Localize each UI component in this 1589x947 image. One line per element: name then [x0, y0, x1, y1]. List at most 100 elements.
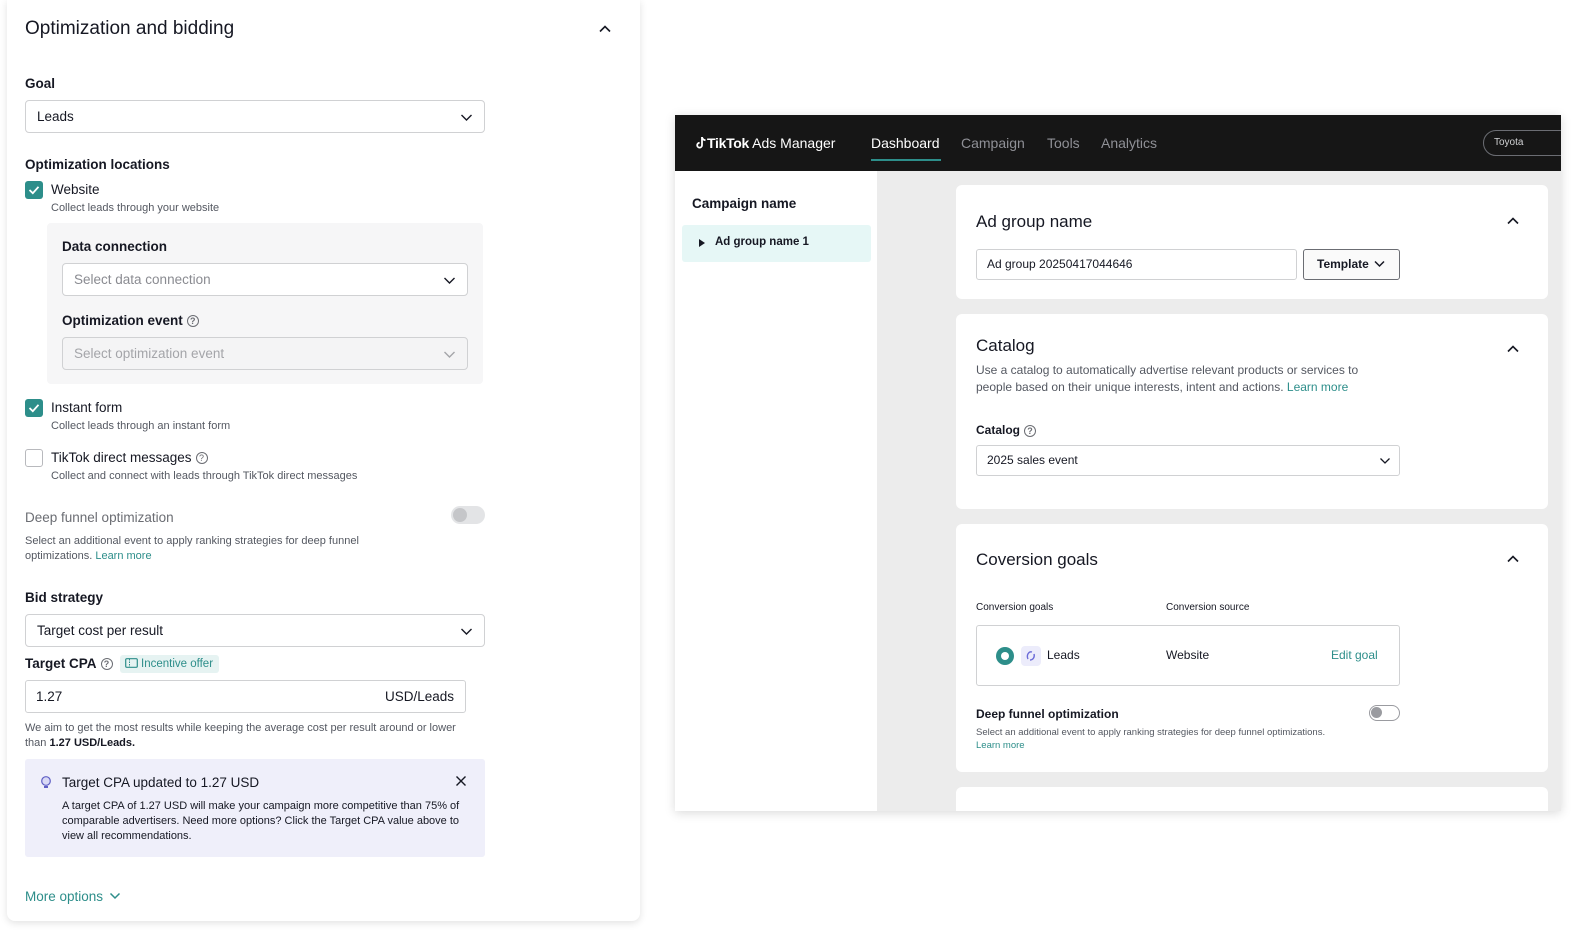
target-cpa-value: 1.27 — [36, 689, 63, 704]
deep-funnel-title: Deep funnel optimization — [976, 707, 1119, 721]
conversion-goals-card: Coversion goals Conversion goals Convers… — [956, 524, 1548, 772]
chevron-down-icon — [444, 351, 455, 358]
goal-select[interactable]: Leads — [25, 100, 485, 133]
edit-goal-link[interactable]: Edit goal — [1331, 648, 1378, 662]
target-cpa-label-text: Target CPA — [25, 656, 97, 671]
chevron-down-icon — [1380, 458, 1390, 464]
card-title: Coversion goals — [976, 550, 1098, 569]
tab-tools[interactable]: Tools — [1047, 135, 1080, 151]
ad-group-card: Ad group name Ad group 20250417044646 Te… — [956, 185, 1548, 299]
notice-body: A target CPA of 1.27 USD will make your … — [62, 800, 460, 842]
bid-strategy-select[interactable]: Target cost per result — [25, 614, 485, 647]
goal-name: Leads — [1047, 648, 1080, 662]
deep-funnel-toggle[interactable] — [451, 506, 485, 524]
chevron-up-icon[interactable] — [1506, 342, 1520, 356]
cpa-note-value: 1.27 USD/Leads. — [49, 737, 136, 749]
active-tab-indicator — [871, 159, 941, 161]
tab-dashboard[interactable]: Dashboard — [871, 135, 940, 151]
template-button-label: Template — [1317, 257, 1369, 271]
chevron-up-icon[interactable] — [1506, 552, 1520, 566]
chevron-up-icon[interactable] — [1506, 214, 1520, 228]
learn-more-link[interactable]: Learn more — [976, 740, 1025, 751]
campaign-name[interactable]: Campaign name — [692, 196, 796, 211]
brand-name: TikTok — [707, 135, 750, 151]
chevron-down-icon — [109, 892, 120, 900]
target-cpa-input[interactable]: 1.27 USD/Leads — [25, 680, 466, 713]
more-options-link[interactable]: More options — [25, 889, 121, 904]
instant-form-label: Instant form — [51, 400, 123, 415]
chevron-down-icon — [1374, 260, 1385, 268]
cpa-notice: Target CPA updated to 1.27 USD A target … — [25, 759, 485, 857]
website-checkbox[interactable] — [25, 181, 43, 199]
card-title: Catalog — [976, 336, 1035, 355]
cpa-note: We aim to get the most results while kee… — [25, 721, 465, 751]
catalog-card: Catalog Use a catalog to automatically a… — [956, 314, 1548, 509]
ad-group-label: Ad group name 1 — [715, 236, 809, 248]
deep-funnel-desc-text: Select an additional event to apply rank… — [25, 535, 359, 562]
instant-form-checkbox[interactable] — [25, 399, 43, 417]
catalog-value: 2025 sales event — [987, 453, 1078, 467]
optimization-bidding-panel: Optimization and bidding Goal Leads Opti… — [7, 0, 640, 921]
sidebar-item-ad-group[interactable]: Ad group name 1 — [682, 225, 871, 262]
opt-event-placeholder: Select optimization event — [74, 346, 225, 361]
ads-manager-window: TikTok Ads Manager Dashboard Campaign To… — [675, 115, 1561, 811]
template-button[interactable]: Template — [1303, 249, 1400, 280]
top-navbar: TikTok Ads Manager Dashboard Campaign To… — [675, 115, 1561, 171]
learn-more-link[interactable]: Learn more — [1287, 380, 1348, 394]
help-icon[interactable]: ? — [1024, 424, 1037, 437]
deep-funnel-desc-text: Select an additional event to apply rank… — [976, 727, 1326, 738]
opt-event-select[interactable]: Select optimization event — [62, 337, 468, 370]
tab-campaign[interactable]: Campaign — [961, 135, 1025, 151]
col-goals-header: Conversion goals — [976, 602, 1054, 613]
deep-funnel-desc: Select an additional event to apply rank… — [25, 534, 405, 564]
conversion-goal-row: Leads Website Edit goal — [976, 625, 1400, 686]
deep-funnel-title: Deep funnel optimization — [25, 510, 174, 525]
section-title: Optimization and bidding — [25, 18, 235, 39]
catalog-label-text: Catalog — [976, 423, 1021, 437]
chevron-down-icon — [461, 628, 472, 635]
chevron-down-icon — [444, 277, 455, 284]
opt-event-label: Optimization event? — [62, 313, 199, 328]
data-connection-placeholder: Select data connection — [74, 272, 211, 287]
data-connection-select[interactable]: Select data connection — [62, 263, 468, 296]
leads-icon — [1021, 646, 1041, 666]
data-connection-label: Data connection — [62, 239, 168, 254]
website-label: Website — [51, 182, 100, 197]
help-icon[interactable]: ? — [100, 658, 113, 671]
check-icon — [28, 186, 40, 195]
ad-group-name-input[interactable]: Ad group 20250417044646 — [976, 249, 1297, 280]
bid-strategy-label: Bid strategy — [25, 590, 104, 605]
help-icon[interactable]: ? — [186, 315, 199, 328]
catalog-desc: Use a catalog to automatically advertise… — [976, 362, 1386, 396]
learn-more-link[interactable]: Learn more — [95, 550, 151, 562]
incentive-badge: Incentive offer — [120, 655, 220, 673]
toggle-knob — [453, 508, 467, 522]
direct-messages-checkbox[interactable] — [25, 449, 43, 467]
tab-analytics[interactable]: Analytics — [1101, 135, 1157, 151]
help-icon[interactable]: ? — [195, 452, 208, 465]
opt-locations-label: Optimization locations — [25, 157, 170, 172]
brand-suffix: Ads Manager — [752, 135, 836, 151]
bulb-icon — [41, 776, 51, 788]
brand-logo[interactable]: TikTok Ads Manager — [695, 135, 835, 151]
chevron-down-icon — [461, 114, 472, 121]
collapse-button[interactable] — [598, 22, 612, 41]
opt-event-label-text: Optimization event — [62, 313, 183, 328]
deep-funnel-toggle[interactable] — [1369, 705, 1400, 721]
catalog-select[interactable]: 2025 sales event — [976, 445, 1400, 476]
account-selector[interactable]: Toyota — [1483, 130, 1561, 156]
website-sub: Collect leads through your website — [51, 202, 220, 214]
bid-strategy-value: Target cost per result — [37, 623, 164, 638]
notice-title: Target CPA updated to 1.27 USD — [62, 775, 260, 790]
chevron-up-icon — [599, 25, 611, 33]
col-source-header: Conversion source — [1166, 602, 1250, 613]
instant-form-sub: Collect leads through an instant form — [51, 420, 231, 432]
goal-label: Goal — [25, 76, 56, 91]
radio-icon[interactable] — [996, 647, 1014, 665]
deep-funnel-desc: Select an additional event to apply rank… — [976, 726, 1336, 752]
catalog-label: Catalog? — [976, 423, 1037, 437]
goal-source: Website — [1166, 648, 1210, 662]
close-icon — [456, 776, 466, 786]
caret-right-icon — [699, 239, 705, 247]
close-button[interactable] — [455, 774, 467, 792]
